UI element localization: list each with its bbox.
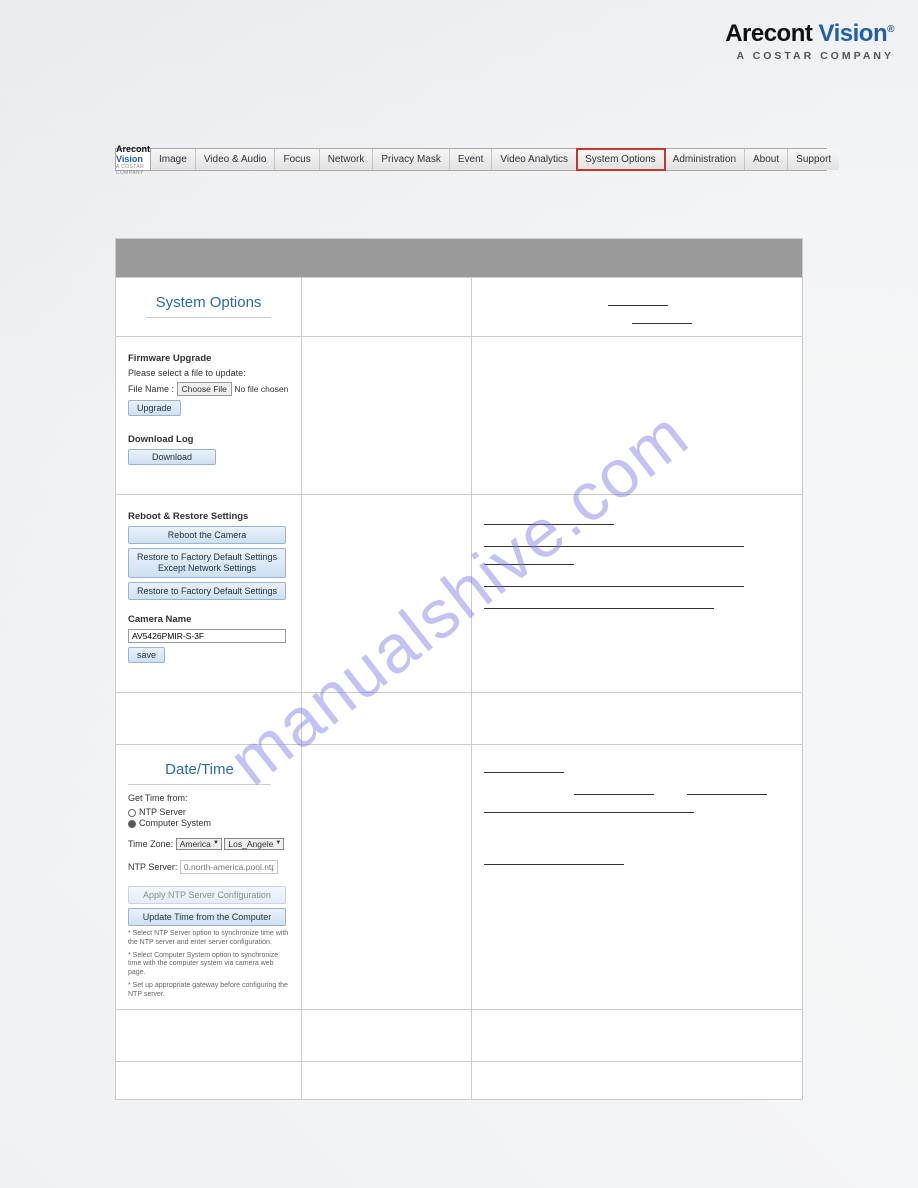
datetime-note-1: * Select NTP Server option to synchroniz…	[128, 930, 289, 948]
nav-item-support[interactable]: Support	[788, 149, 839, 170]
brand-reg: ®	[887, 24, 894, 35]
timezone-city-select[interactable]: Los_Angele	[224, 838, 284, 850]
nav-item-video-analytics[interactable]: Video Analytics	[492, 149, 577, 170]
nav-item-event[interactable]: Event	[450, 149, 493, 170]
computer-system-radio[interactable]: Computer System	[128, 818, 289, 828]
datetime-note-2: * Select Computer System option to synch…	[128, 952, 289, 978]
nav-item-privacy-mask[interactable]: Privacy Mask	[373, 149, 449, 170]
get-time-from-label: Get Time from:	[128, 793, 289, 803]
settings-table: System Options Firmware Upgrade Please s…	[115, 238, 803, 1100]
timezone-region-select[interactable]: America	[176, 838, 222, 850]
brand-word1: Arecont	[725, 20, 812, 47]
ntp-server-input[interactable]	[180, 860, 278, 874]
timezone-label: Time Zone:	[128, 839, 173, 849]
restore-except-network-button[interactable]: Restore to Factory Default Settings Exce…	[128, 548, 286, 578]
no-file-chosen: No file chosen	[234, 384, 288, 394]
nav-item-network[interactable]: Network	[320, 149, 374, 170]
brand-word2: Vision	[819, 20, 888, 47]
nav-item-video-audio[interactable]: Video & Audio	[196, 149, 276, 170]
datetime-title: Date/Time	[128, 761, 271, 785]
main-navbar: Arecont Vision A COSTAR COMPANY ImageVid…	[115, 148, 827, 171]
nav-item-administration[interactable]: Administration	[665, 149, 745, 170]
camera-name-heading: Camera Name	[128, 614, 289, 625]
choose-file-button[interactable]: Choose File	[177, 382, 232, 396]
download-log-heading: Download Log	[128, 434, 289, 445]
page-brand: Arecont Vision® A COSTAR COMPANY	[725, 20, 894, 62]
download-button[interactable]: Download	[128, 449, 216, 465]
file-name-label: File Name :	[128, 384, 174, 394]
firmware-prompt: Please select a file to update:	[128, 368, 289, 378]
datetime-note-3: * Set up appropriate gateway before conf…	[128, 982, 289, 1000]
nav-item-image[interactable]: Image	[151, 149, 196, 170]
upgrade-button[interactable]: Upgrade	[128, 400, 181, 416]
save-button[interactable]: save	[128, 647, 165, 663]
system-options-title: System Options	[146, 294, 271, 318]
reboot-camera-button[interactable]: Reboot the Camera	[128, 526, 286, 544]
firmware-upgrade-heading: Firmware Upgrade	[128, 353, 289, 364]
nav-item-focus[interactable]: Focus	[275, 149, 319, 170]
ntp-server-radio[interactable]: NTP Server	[128, 807, 289, 817]
update-time-computer-button[interactable]: Update Time from the Computer	[128, 908, 286, 926]
apply-ntp-button[interactable]: Apply NTP Server Configuration	[128, 886, 286, 904]
reboot-restore-heading: Reboot & Restore Settings	[128, 511, 289, 522]
brand-sub: A COSTAR COMPANY	[725, 50, 894, 62]
restore-factory-button[interactable]: Restore to Factory Default Settings	[128, 582, 286, 600]
nav-logo: Arecont Vision A COSTAR COMPANY	[116, 149, 151, 170]
nav-item-system-options[interactable]: System Options	[577, 149, 665, 170]
ntp-server-label: NTP Server:	[128, 862, 177, 872]
camera-name-input[interactable]	[128, 629, 286, 643]
nav-item-about[interactable]: About	[745, 149, 788, 170]
